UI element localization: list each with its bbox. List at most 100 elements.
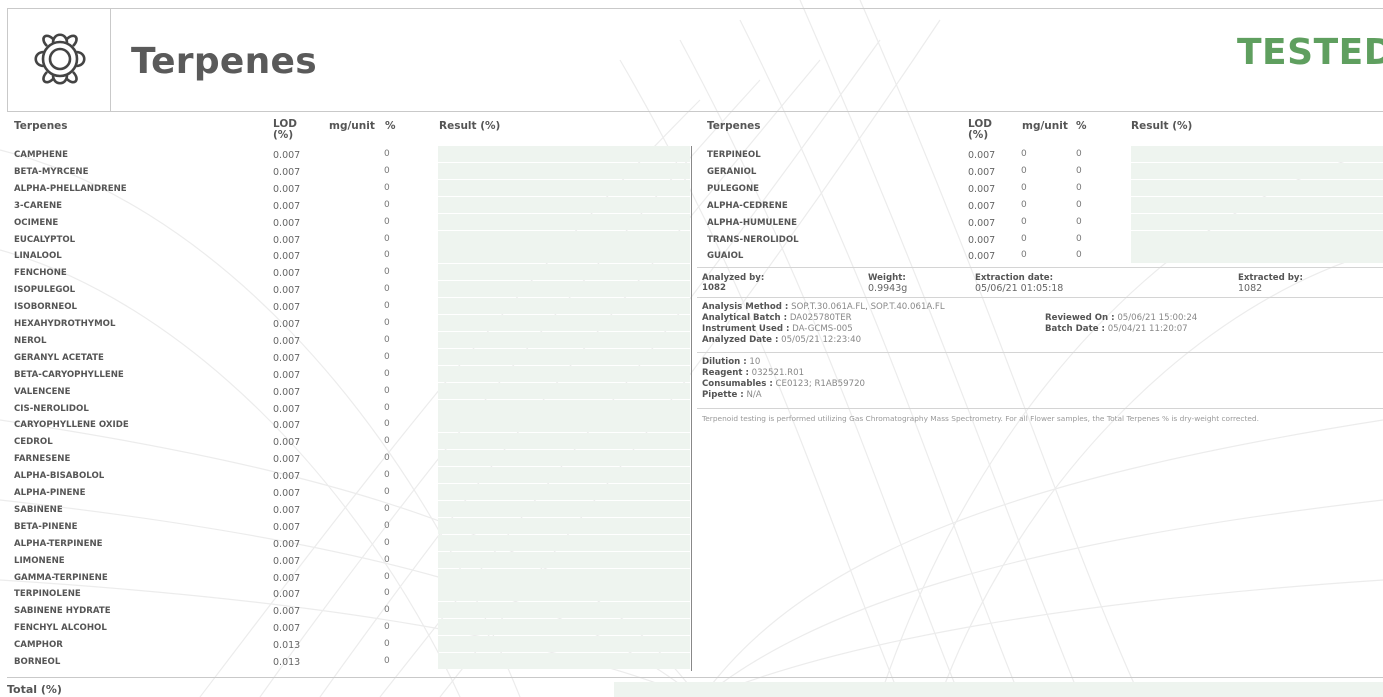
result-bar [438,467,690,484]
consumables-value: CE0123; R1AB59720 [775,379,866,389]
lod-value: 0.007 [273,183,301,195]
lod-value: 0.007 [273,150,301,161]
terpene-name: 3-CARENE [14,200,63,211]
table-row: CARYOPHYLLENE OXIDE 0.007 0 [14,416,690,433]
percent-value: 0 [1076,149,1082,159]
mg-unit-value: 0 [384,334,390,345]
lod-value: 0.007 [968,166,996,178]
terpene-name: LIMONENE [14,555,65,566]
result-bar [1131,179,1383,196]
divider [697,352,1383,353]
terpene-name: TERPINOLENE [14,589,81,600]
mg-unit-value: 0 [384,656,390,666]
terpene-name: ALPHA-PHELLANDRENE [14,183,127,194]
result-bar [438,213,690,230]
batch-date-label: Batch Date : [1045,324,1105,334]
lod-value: 0.007 [273,538,301,550]
terpene-name: GUAIOL [707,251,744,262]
terpene-name: CIS-NEROLIDOL [14,403,89,414]
lod-value: 0.007 [968,234,996,246]
mg-unit-value: 0 [1021,182,1027,193]
mg-unit-value: 0 [384,284,390,295]
instrument-used: Instrument Used : DA-GCMS-005 [702,324,853,334]
result-bar [438,365,690,382]
result-bar [438,416,690,433]
reagent-value: 032521.R01 [751,368,805,378]
result-bar [438,281,690,298]
lod-value: 0.007 [273,606,301,618]
result-bar [438,500,690,517]
terpene-name: BETA-MYRCENE [14,166,89,177]
mg-unit-value: 0 [1021,216,1027,227]
terpene-name: CAMPHENE [14,150,68,160]
terpene-name: GAMMA-TERPINENE [14,572,108,583]
dilution-label: Dilution : [702,357,747,367]
lod-value: 0.007 [273,403,301,415]
extraction-date-label: Extraction date: [975,273,1054,283]
table-row: PULEGONE 0.007 0 0 [707,179,1383,197]
result-bar [438,382,690,399]
table-row: GAMMA-TERPINENE 0.007 0 [14,568,690,586]
analyzed-by-label: Analyzed by: [702,273,765,283]
weight-label: Weight: [868,273,906,283]
analytical-batch-label: Analytical Batch : [702,313,788,323]
terpene-name: EUCALYPTOL [14,234,76,245]
mg-unit-value: 0 [384,571,390,582]
instrument-used-value: DA-GCMS-005 [792,324,853,334]
dilution-value: 10 [749,357,761,367]
col-header-mg-unit: mg/unit [329,120,375,132]
table-row: FENCHYL ALCOHOL 0.007 0 [14,619,690,636]
lod-value: 0.007 [273,335,301,347]
result-bar [438,196,690,213]
result-bar [1131,230,1383,247]
lod-value: 0.007 [273,234,301,246]
table-row: GUAIOL 0.007 0 0 [707,247,1383,264]
mg-unit-value: 0 [1021,149,1027,159]
terpene-name: GERANYL ACETATE [14,352,104,363]
table-row: ISOBORNEOL 0.007 0 [14,298,690,315]
lod-value: 0.007 [273,319,301,330]
terpene-name: GERANIOL [707,166,757,177]
lod-value: 0.007 [273,268,301,280]
extracted-by-value: 1082 [1238,283,1263,294]
lod-value: 0.007 [273,572,301,584]
result-bar [1131,162,1383,179]
table-row: ALPHA-CEDRENE 0.007 0 0 [707,196,1383,214]
divider [7,677,1383,678]
terpene-name: ISOPULEGOL [14,285,76,296]
percent-value: 0 [1076,250,1082,261]
lod-value: 0.013 [273,640,301,652]
col-header-percent-right: % [1076,120,1087,132]
page-title: Terpenes [131,41,318,82]
table-row: BETA-PINENE 0.007 0 [14,517,690,535]
mg-unit-value: 0 [384,622,390,633]
result-bar [438,264,690,281]
result-bar [438,399,690,416]
lod-value: 0.007 [968,217,996,229]
lod-value: 0.007 [273,200,301,212]
result-bar [438,551,690,568]
analysis-method-value: SOP.T.30.061A.FL, SOP.T.40.061A.FL [791,302,945,312]
terpene-name: FARNESENE [14,454,71,465]
col-header-terpenes-right: Terpenes [707,120,761,132]
result-bar [438,568,690,585]
result-bar [438,585,690,602]
col-header-terpenes: Terpenes [14,120,68,132]
extraction-date-value: 05/06/21 01:05:18 [975,283,1064,294]
lod-value: 0.007 [273,386,301,398]
method-note: Terpenoid testing is performed utilizing… [702,414,1259,423]
col-header-result: Result (%) [439,120,501,132]
mg-unit-value: 0 [384,453,390,464]
terpene-name: CEDROL [14,437,53,448]
col-header-percent: % [385,120,396,132]
table-row: SABINENE 0.007 0 [14,500,690,518]
table-row: BETA-CARYOPHYLLENE 0.007 0 [14,365,690,383]
batch-date-value: 05/04/21 11:20:07 [1107,324,1188,334]
consumables: Consumables : CE0123; R1AB59720 [702,379,865,389]
percent-value: 0 [1076,199,1082,210]
mg-unit-value: 0 [384,470,390,481]
lod-value: 0.007 [273,504,301,516]
pipette-label: Pipette : [702,390,744,400]
percent-value: 0 [1076,182,1082,193]
consumables-label: Consumables : [702,379,773,389]
